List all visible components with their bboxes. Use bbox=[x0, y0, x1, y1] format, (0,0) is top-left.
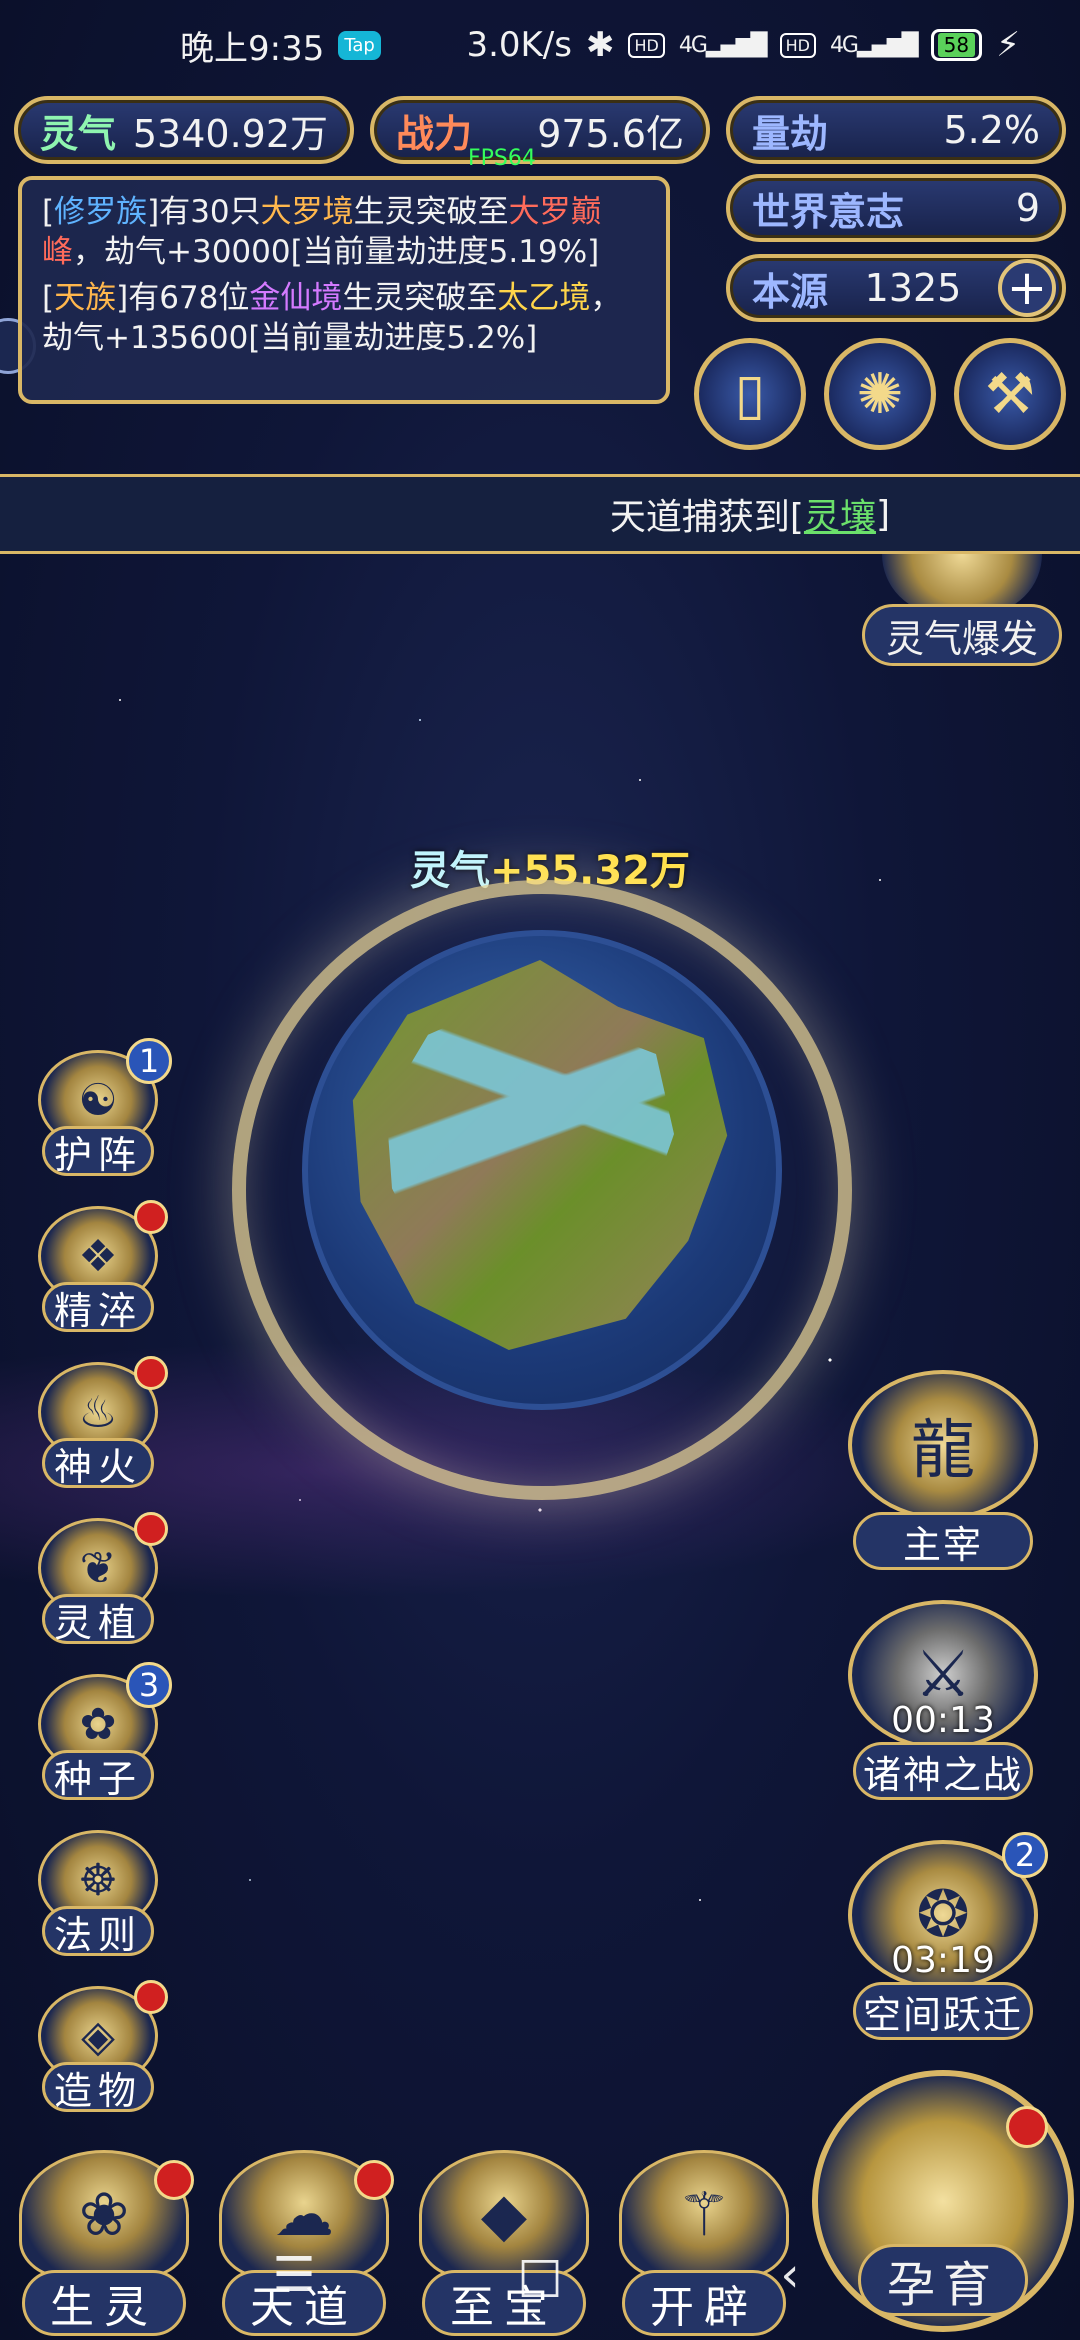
shijie-value: 9 bbox=[1015, 186, 1040, 230]
liangjie-panel[interactable]: 量劫 5.2% bbox=[726, 96, 1066, 164]
burst-label: 灵气爆发 bbox=[862, 604, 1062, 666]
notification-dot bbox=[134, 1980, 168, 2014]
liangjie-label: 量劫 bbox=[752, 111, 829, 156]
log-text: [ bbox=[42, 280, 55, 316]
charging-icon: ⚡ bbox=[996, 25, 1020, 65]
side-item-label: 灵植 bbox=[42, 1594, 154, 1645]
card-icon: ▯ bbox=[734, 361, 766, 427]
banner-item-link[interactable]: 灵壤 bbox=[804, 488, 876, 540]
side-item-huzhen[interactable]: ☯ 护阵 1 bbox=[28, 1038, 172, 1180]
zhanli-label: 战力 bbox=[396, 111, 473, 156]
side-item-label: 法则 bbox=[42, 1906, 154, 1957]
side-item-label: 种子 bbox=[42, 1750, 154, 1801]
notification-dot bbox=[1006, 2106, 1048, 2148]
zhuzai-button[interactable]: 龍 主宰 bbox=[838, 1370, 1048, 1570]
log-realm: 大罗境 bbox=[260, 194, 354, 230]
countdown-timer: 03:19 bbox=[891, 1940, 995, 1981]
home-icon[interactable]: □ bbox=[510, 2245, 570, 2305]
notification-dot bbox=[354, 2160, 394, 2200]
lingqi-label: 灵气 bbox=[40, 111, 117, 156]
vortex-button[interactable]: ✺ bbox=[824, 338, 936, 450]
log-race: 天族 bbox=[54, 280, 117, 316]
log-text: ]有30只 bbox=[147, 194, 261, 230]
log-text: ]有678位 bbox=[116, 280, 250, 316]
zhushen-battle-button[interactable]: ⚔ 00:13 诸神之战 bbox=[838, 1600, 1048, 1800]
event-log: [修罗族]有30只大罗境生灵突破至大罗巅峰，劫气+30000[当前量劫进度5.1… bbox=[18, 176, 670, 404]
side-item-zaowu[interactable]: ◈ 造物 bbox=[28, 1980, 168, 2116]
side-item-label: 神火 bbox=[42, 1438, 154, 1489]
notification-dot bbox=[154, 2160, 194, 2200]
shijie-label: 世界意志 bbox=[752, 189, 905, 234]
log-text: 生灵突破至 bbox=[353, 194, 509, 230]
tap-app-icon: Tap bbox=[338, 30, 381, 60]
log-line-1: [修罗族]有30只大罗境生灵突破至大罗巅峰，劫气+30000[当前量劫进度5.1… bbox=[42, 192, 646, 272]
space-jump-button[interactable]: ❂ 03:19 空间跃迁 2 bbox=[838, 1832, 1048, 2040]
battery-icon: 58 bbox=[930, 29, 983, 61]
shijie-panel[interactable]: 世界意志 9 bbox=[726, 174, 1066, 242]
log-text: [ bbox=[42, 194, 55, 230]
side-item-label: 护阵 bbox=[42, 1126, 154, 1177]
log-text: 生灵突破至 bbox=[342, 280, 498, 316]
network-type: 4G bbox=[678, 32, 708, 58]
nurture-button[interactable]: 孕育 bbox=[812, 2070, 1074, 2332]
side-item-faze[interactable]: ☸ 法则 bbox=[28, 1830, 168, 1960]
notification-dot bbox=[134, 1512, 168, 1546]
fps-counter: FPS64 bbox=[468, 146, 536, 171]
bluetooth-icon: ✱ bbox=[585, 25, 615, 65]
zhanli-value: 975.6亿 bbox=[537, 111, 684, 156]
network-type-2: 4G bbox=[829, 32, 859, 58]
lingqi-burst-button[interactable]: 灵气爆发 bbox=[862, 554, 1062, 674]
right-item-label: 诸神之战 bbox=[853, 1742, 1033, 1800]
clock: 晚上9:35 bbox=[180, 28, 325, 69]
right-item-label: 主宰 bbox=[853, 1512, 1033, 1570]
hammer-icon: ⚒ bbox=[984, 361, 1036, 427]
log-realm: 金仙境 bbox=[249, 280, 343, 316]
capture-banner: 天道捕获到[灵壤] bbox=[0, 474, 1080, 554]
banner-text: 天道捕获到[ bbox=[609, 497, 804, 538]
net-speed: 3.0K/s bbox=[466, 25, 572, 65]
menu-icon[interactable]: ☰ bbox=[264, 2245, 324, 2305]
banner-text: ] bbox=[875, 493, 890, 535]
status-bar: 晚上9:35 Tap 3.0K/s ✱ HD 4G▂▄▆█ HD 4G▂▄▆█ … bbox=[0, 0, 1080, 90]
side-item-zhongzi[interactable]: ✿ 种子 3 bbox=[28, 1662, 172, 1804]
countdown-timer: 00:13 bbox=[891, 1700, 995, 1741]
vortex-icon: ✺ bbox=[856, 361, 904, 427]
battery-level: 58 bbox=[937, 33, 976, 57]
signal-icon-2: 4G▂▄▆█ bbox=[829, 32, 919, 58]
count-badge: 1 bbox=[126, 1038, 172, 1084]
back-icon[interactable]: ‹ bbox=[760, 2245, 820, 2305]
lingqi-panel[interactable]: 灵气 5340.92万 bbox=[14, 96, 354, 164]
benyuan-panel[interactable]: 本源 1325 + bbox=[726, 254, 1066, 322]
side-item-label: 造物 bbox=[42, 2062, 154, 2113]
log-race: 修罗族 bbox=[54, 194, 148, 230]
hammer-button[interactable]: ⚒ bbox=[954, 338, 1066, 450]
nav-label: 生灵 bbox=[22, 2270, 186, 2336]
right-item-label: 空间跃迁 bbox=[853, 1982, 1033, 2040]
side-item-jingcui[interactable]: ❖ 精淬 bbox=[28, 1200, 168, 1336]
log-line-2: [天族]有678位金仙境生灵突破至太乙境，劫气+135600[当前量劫进度5.2… bbox=[42, 278, 646, 358]
log-target: 太乙境 bbox=[497, 280, 591, 316]
side-item-lingzhi[interactable]: ❦ 灵植 bbox=[28, 1512, 168, 1648]
zhanli-panel[interactable]: 战力 975.6亿 bbox=[370, 96, 710, 164]
lingqi-value: 5340.92万 bbox=[132, 111, 328, 156]
signal-icon: 4G▂▄▆█ bbox=[678, 32, 768, 58]
benyuan-value: 1325 bbox=[864, 266, 962, 310]
dragon-icon: 龍 bbox=[848, 1370, 1038, 1520]
nurture-label: 孕育 bbox=[858, 2244, 1028, 2316]
notification-dot bbox=[134, 1356, 168, 1390]
log-text: ，劫气+30000[当前量劫进度5.19%] bbox=[73, 234, 600, 270]
count-badge: 2 bbox=[1002, 1832, 1048, 1878]
side-item-shenhuo[interactable]: ♨ 神火 bbox=[28, 1356, 168, 1492]
add-benyuan-button[interactable]: + bbox=[997, 259, 1056, 317]
hd-badge: HD bbox=[628, 32, 665, 58]
liangjie-value: 5.2% bbox=[943, 108, 1040, 152]
nav-shengling[interactable]: ❀ 生灵 bbox=[14, 2150, 194, 2340]
card-button[interactable]: ▯ bbox=[694, 338, 806, 450]
side-item-label: 精淬 bbox=[42, 1282, 154, 1333]
count-badge: 3 bbox=[126, 1662, 172, 1708]
hd-badge-2: HD bbox=[779, 32, 816, 58]
notification-dot bbox=[134, 1200, 168, 1234]
benyuan-label: 本源 bbox=[752, 269, 829, 314]
